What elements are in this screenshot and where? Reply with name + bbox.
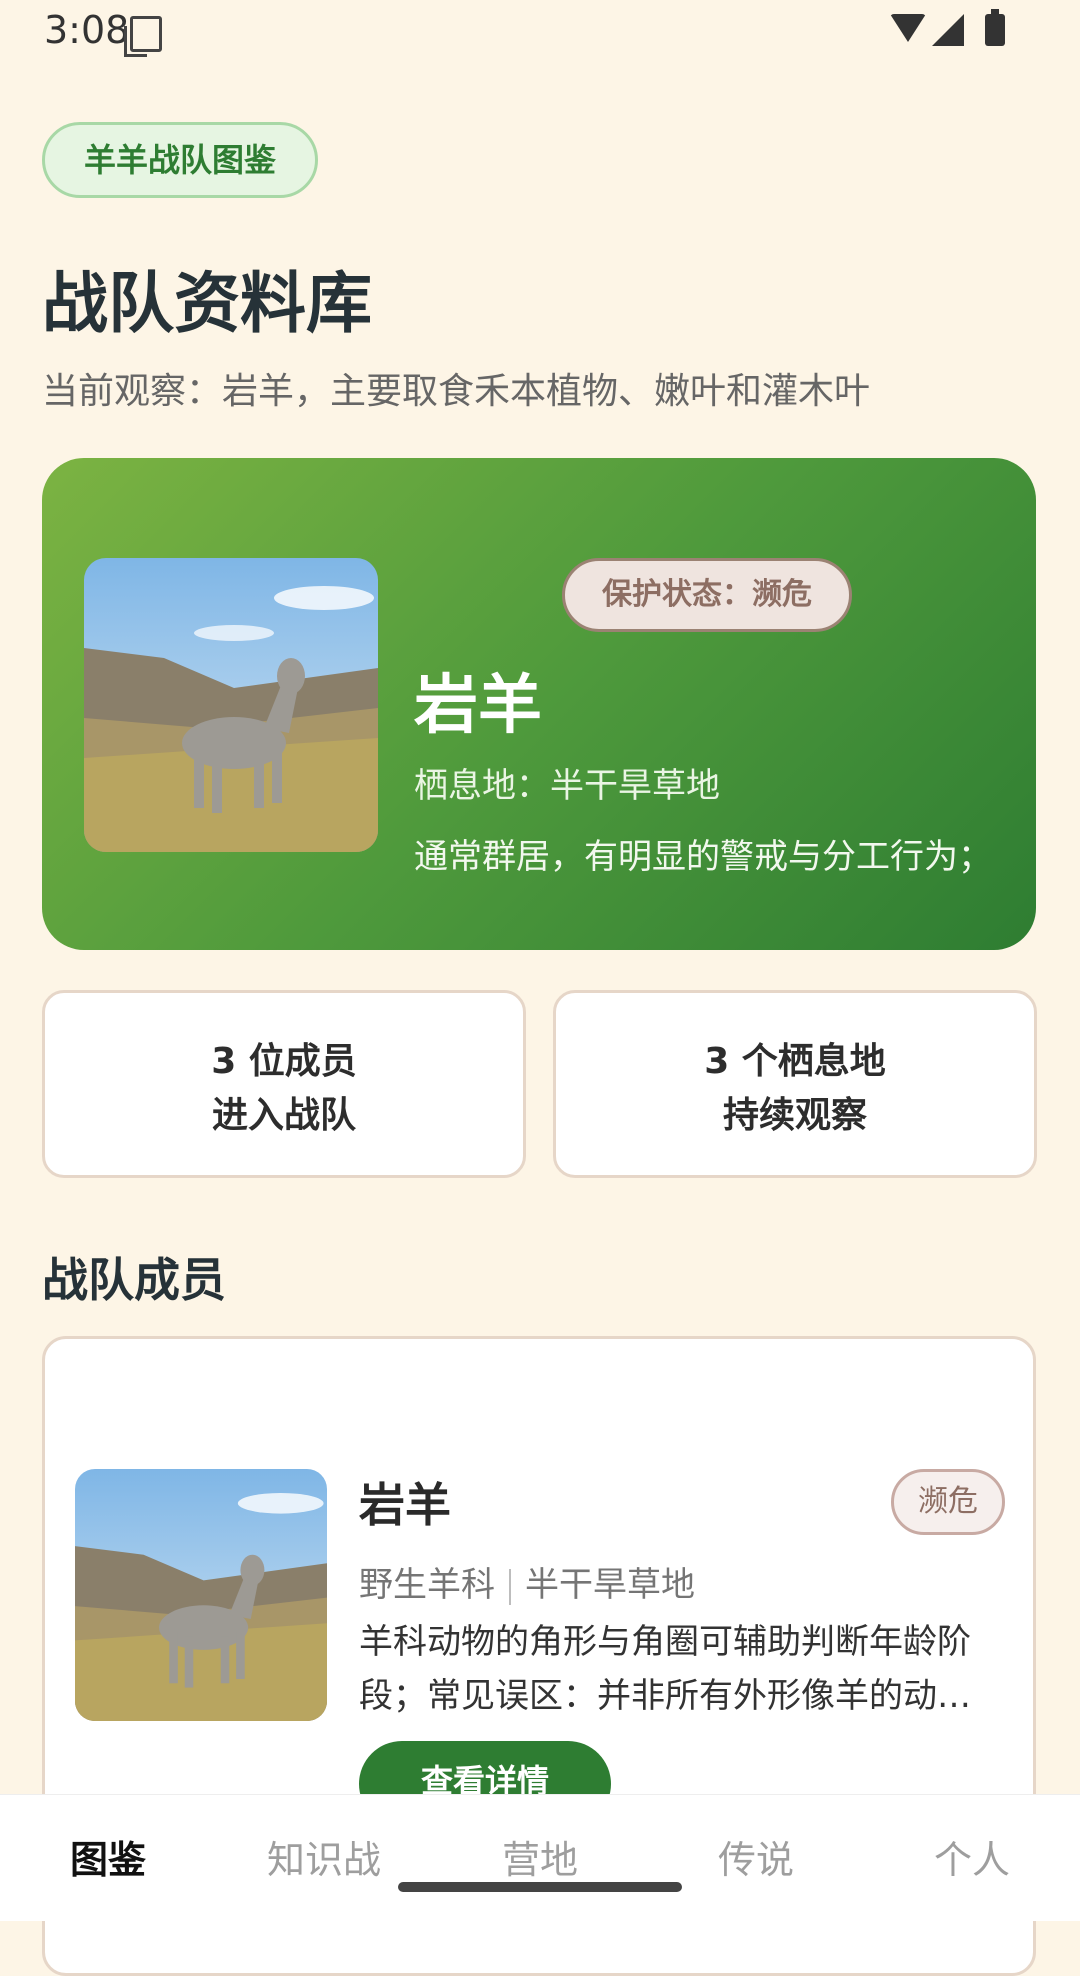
stat-habitats-label: 持续观察 xyxy=(722,1095,867,1136)
member-photo xyxy=(75,1469,327,1721)
battery-icon xyxy=(985,9,1005,46)
bottom-tab-bar: 图鉴 知识战 营地 传说 个人 xyxy=(0,1794,1080,1921)
featured-animal-habitat: 栖息地：半干旱草地 xyxy=(414,766,720,806)
tab-codex[interactable]: 图鉴 xyxy=(0,1829,216,1884)
stat-members-label: 进入战队 xyxy=(211,1095,356,1136)
member-status-tag: 濒危 xyxy=(891,1469,1005,1535)
tab-profile[interactable]: 个人 xyxy=(864,1829,1080,1884)
member-name: 岩羊 xyxy=(359,1478,451,1532)
stat-members-count: 3 位成员 xyxy=(211,1041,357,1082)
status-bar: 3:08 xyxy=(0,0,1080,60)
member-habitat: 半干旱草地 xyxy=(525,1565,695,1605)
tab-legends[interactable]: 传说 xyxy=(648,1829,864,1884)
stat-card-members[interactable]: 3 位成员 进入战队 xyxy=(42,990,526,1178)
sim-card-icon xyxy=(124,16,162,57)
page-title: 战队资料库 xyxy=(42,265,372,342)
member-family: 野生羊科 xyxy=(359,1565,495,1605)
member-description: 羊科动物的角形与角圈可辅助判断年龄阶段；常见误区：并非所有外形像羊的动物都属于羊… xyxy=(359,1622,971,1716)
tab-camp[interactable]: 营地 xyxy=(432,1829,648,1884)
status-time: 3:08 xyxy=(44,8,130,52)
header-chip: 羊羊战队图鉴 xyxy=(42,122,318,198)
stat-habitats-count: 3 个栖息地 xyxy=(704,1041,886,1082)
featured-animal-card[interactable]: 保护状态：濒危 岩羊 栖息地：半干旱草地 通常群居，有明显的警戒与分工行为；融合… xyxy=(42,458,1036,950)
tab-knowledge-battle[interactable]: 知识战 xyxy=(216,1829,432,1884)
wifi-icon xyxy=(890,14,926,42)
conservation-status-badge: 保护状态：濒危 xyxy=(562,558,852,632)
page-subtitle: 当前观察：岩羊，主要取食禾本植物、嫩叶和灌木叶 xyxy=(42,371,871,412)
cell-signal-icon xyxy=(932,14,964,46)
members-section-title: 战队成员 xyxy=(42,1253,226,1307)
stat-card-habitats[interactable]: 3 个栖息地 持续观察 xyxy=(553,990,1037,1178)
home-indicator[interactable] xyxy=(398,1882,682,1892)
meta-divider xyxy=(509,1568,511,1605)
member-meta: 野生羊科 半干旱草地 xyxy=(359,1557,695,1606)
featured-animal-photo xyxy=(84,558,378,852)
featured-animal-name: 岩羊 xyxy=(414,669,542,743)
featured-animal-description: 通常群居，有明显的警戒与分工行为；融合羊角力量与蹄部抓地能力，可在险 xyxy=(414,837,992,877)
